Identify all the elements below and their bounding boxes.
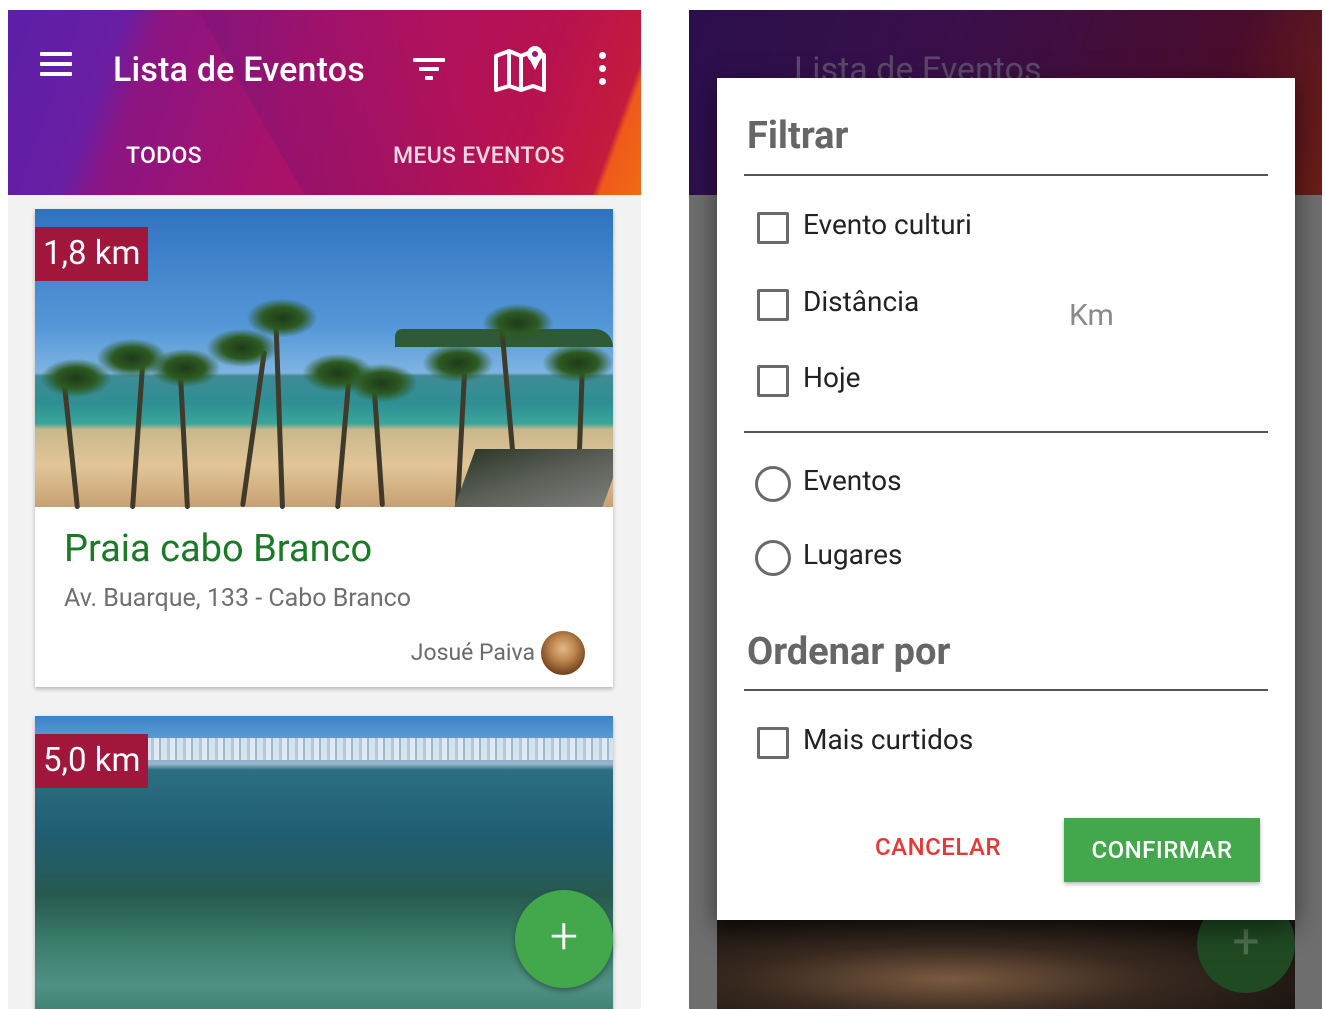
cancel-button[interactable]: CANCELAR	[875, 833, 1001, 861]
filter-icon[interactable]	[413, 56, 449, 82]
filter-dialog: Filtrar Evento culturi Distância Km Hoje…	[717, 78, 1295, 920]
checkbox-icon[interactable]	[757, 289, 789, 321]
radio-icon[interactable]	[755, 540, 791, 576]
checkbox-label: Hoje	[803, 361, 861, 394]
confirm-button[interactable]: CONFIRMAR	[1064, 818, 1260, 882]
divider	[744, 431, 1268, 433]
distance-badge: 5,0 km	[35, 734, 149, 788]
checkbox-label: Evento culturi	[803, 208, 972, 241]
filter-title: Filtrar	[747, 114, 849, 158]
filter-dialog-screen: Lista de Eventos + Filtrar Evento cultur…	[689, 10, 1322, 1009]
distance-unit: Km	[1069, 298, 1114, 333]
checkbox-label: Distância	[803, 285, 920, 318]
divider	[744, 689, 1268, 691]
menu-icon[interactable]	[38, 50, 74, 80]
more-vert-icon[interactable]	[596, 52, 608, 88]
divider	[744, 174, 1268, 176]
tab-bar: TODOS MEUS EVENTOS	[8, 138, 641, 188]
event-address: Av. Buarque, 133 - Cabo Branco	[64, 584, 411, 613]
tab-todos[interactable]: TODOS	[126, 142, 202, 169]
tab-meus-eventos[interactable]: MEUS EVENTOS	[393, 142, 565, 169]
avatar	[541, 631, 585, 675]
events-list-screen: Lista de Eventos TODOS MEUS EVENTOS 1,8 …	[8, 10, 641, 1009]
checkbox-label: Mais curtidos	[803, 723, 974, 756]
app-title: Lista de Eventos	[113, 50, 365, 90]
checkbox-icon[interactable]	[757, 212, 789, 244]
event-card[interactable]: 1,8 km Praia cabo Branco Av. Buarque, 13…	[35, 209, 613, 687]
map-icon[interactable]	[493, 44, 547, 94]
checkbox-icon[interactable]	[757, 365, 789, 397]
city-skyline	[145, 738, 613, 760]
order-title: Ordenar por	[747, 630, 951, 674]
radio-icon[interactable]	[755, 466, 791, 502]
author-name: Josué Paiva	[410, 639, 535, 666]
app-bar: Lista de Eventos TODOS MEUS EVENTOS	[8, 10, 641, 195]
add-icon: +	[549, 908, 579, 966]
add-event-button[interactable]: +	[515, 890, 613, 988]
distance-badge: 1,8 km	[35, 227, 149, 281]
radio-label: Eventos	[803, 464, 902, 497]
checkbox-icon[interactable]	[757, 727, 789, 759]
radio-label: Lugares	[803, 538, 903, 571]
event-title: Praia cabo Branco	[64, 527, 373, 571]
